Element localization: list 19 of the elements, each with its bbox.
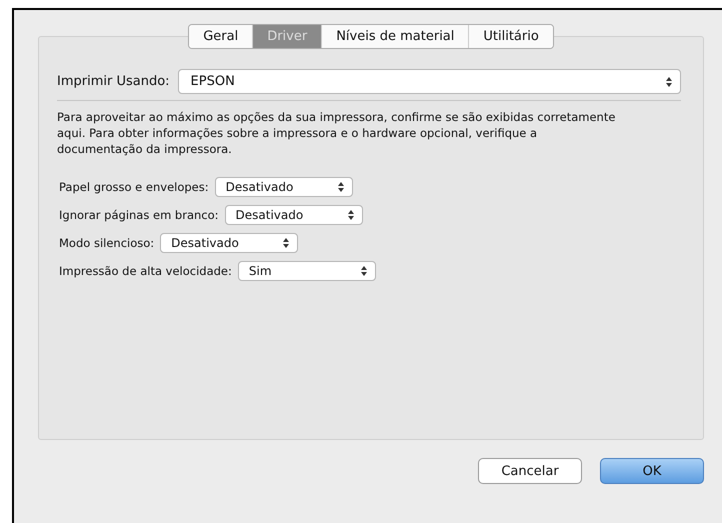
ok-button[interactable]: OK — [600, 458, 704, 484]
up-down-arrows-icon — [348, 210, 354, 220]
printer-dropdown[interactable]: EPSON — [178, 69, 681, 94]
cancel-button[interactable]: Cancelar — [478, 458, 582, 484]
tab[interactable]: Geral — [189, 25, 254, 48]
option-dropdown[interactable]: Sim — [238, 261, 376, 281]
option-label: Modo silencioso: — [59, 236, 154, 250]
option-label: Impressão de alta velocidade: — [59, 264, 232, 278]
option-label: Papel grosso e envelopes: — [59, 180, 209, 194]
option-dropdown[interactable]: Desativado — [224, 205, 363, 225]
printer-label: Imprimir Usando: — [57, 74, 170, 89]
description-text: Para aproveitar ao máximo as opções da sua impressora, confirme se são exibidas corretamente aqui. Para obter informações sobre a impressora e o hardware opcional, verifique a documentação da impressora. — [57, 109, 616, 157]
up-down-arrows-icon — [283, 238, 290, 248]
option-dropdown[interactable]: Desativado — [160, 233, 298, 253]
option-label: Ignorar páginas em branco: — [59, 208, 219, 222]
option-dropdown[interactable]: Desativado — [214, 177, 353, 197]
up-down-arrows-icon — [666, 76, 672, 86]
up-down-arrows-icon — [338, 182, 344, 192]
up-down-arrows-icon — [360, 266, 367, 276]
